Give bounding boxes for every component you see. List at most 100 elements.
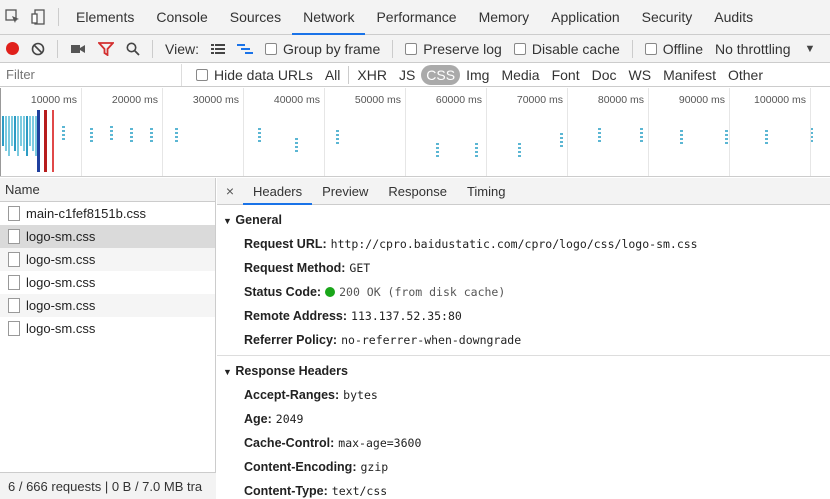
overview-request-mark (90, 132, 93, 134)
overview-request-mark (295, 146, 298, 148)
tab-audits[interactable]: Audits (703, 0, 764, 35)
tab-headers[interactable]: Headers (243, 178, 313, 205)
request-detail-pane: × Headers Preview Response Timing ▼ Gene… (217, 178, 830, 499)
record-icon (6, 42, 19, 55)
overview-activity-mark (17, 116, 19, 156)
search-button[interactable] (120, 35, 146, 63)
tab-sources[interactable]: Sources (219, 0, 292, 35)
filter-type-manifest[interactable]: Manifest (657, 65, 722, 85)
screenshots-button[interactable] (64, 35, 92, 63)
offline-label: Offline (662, 40, 703, 57)
chevron-down-icon: ▼ (804, 42, 816, 55)
header-key: Cache-Control: (244, 436, 335, 450)
overview-request-mark (130, 128, 133, 130)
overview-request-mark (725, 138, 728, 140)
tab-memory[interactable]: Memory (468, 0, 541, 35)
request-row[interactable]: logo-sm.css (0, 225, 215, 248)
tab-timing[interactable]: Timing (457, 178, 516, 205)
device-toolbar-icon[interactable] (26, 0, 52, 35)
overview-request-mark (175, 136, 178, 138)
overview-request-mark (258, 132, 261, 134)
header-row: Accept-Ranges: bytes (217, 383, 830, 407)
filter-type-css[interactable]: CSS (421, 64, 461, 85)
overview-request-mark (680, 134, 683, 136)
hide-data-urls-label: Hide data URLs (214, 66, 313, 83)
filter-type-js[interactable]: JS (393, 65, 421, 85)
filter-type-img[interactable]: Img (460, 65, 495, 85)
request-row[interactable]: logo-sm.css (0, 271, 215, 294)
hide-data-urls-checkbox[interactable]: Hide data URLs (182, 61, 319, 89)
disable-cache-checkbox[interactable]: Disable cache (508, 35, 626, 63)
filter-icon (98, 41, 114, 56)
inspect-element-icon[interactable] (0, 0, 26, 35)
group-by-frame-checkbox[interactable]: Group by frame (259, 35, 386, 63)
overview-request-mark (150, 140, 153, 142)
tab-network[interactable]: Network (292, 0, 366, 35)
clear-button[interactable] (25, 35, 51, 63)
response-headers-section-toggle[interactable]: ▼ Response Headers (217, 356, 830, 383)
triangle-down-icon: ▼ (223, 367, 232, 377)
tab-application[interactable]: Application (540, 0, 631, 35)
close-icon[interactable]: × (217, 183, 243, 199)
waterfall-view-button[interactable] (231, 35, 259, 63)
overview-request-mark (765, 138, 768, 140)
filter-type-font[interactable]: Font (546, 65, 586, 85)
name-column-header[interactable]: Name (0, 178, 215, 202)
timeline-tick-label: 70000 ms (516, 94, 563, 106)
header-value: gzip (360, 460, 389, 474)
filter-type-all[interactable]: All (319, 65, 347, 85)
filter-type-ws[interactable]: WS (623, 65, 658, 85)
filter-type-doc[interactable]: Doc (586, 65, 623, 85)
header-row: Status Code: 200 OK (from disk cache) (217, 280, 830, 304)
file-icon (8, 298, 20, 313)
tab-preview[interactable]: Preview (312, 178, 378, 205)
filter-input[interactable] (0, 63, 182, 86)
network-overview-timeline[interactable]: 10000 ms 20000 ms 30000 ms 40000 ms 50000 ms… (0, 88, 830, 177)
tab-performance[interactable]: Performance (365, 0, 467, 35)
request-row[interactable]: logo-sm.css (0, 317, 215, 340)
filter-type-other[interactable]: Other (722, 65, 769, 85)
overview-request-mark (518, 143, 521, 145)
domcontentloaded-marker (37, 110, 40, 172)
overview-request-mark (598, 140, 601, 142)
preserve-log-label: Preserve log (423, 40, 502, 57)
header-row: Referrer Policy: no-referrer-when-downgra… (217, 328, 830, 352)
toolbar-divider (57, 39, 58, 58)
record-button[interactable] (0, 35, 25, 63)
header-row: Cache-Control: max-age=3600 (217, 431, 830, 455)
tab-response[interactable]: Response (378, 178, 457, 205)
header-key: Request Method: (244, 261, 346, 275)
large-rows-button[interactable] (205, 35, 231, 63)
view-label-wrap: View: (159, 35, 205, 63)
offline-checkbox[interactable]: Offline (639, 35, 709, 63)
header-key: Accept-Ranges: (244, 388, 340, 402)
overview-activity-mark (8, 116, 10, 156)
overview-activity-mark (14, 116, 16, 151)
overview-request-mark (436, 155, 439, 157)
tab-console[interactable]: Console (145, 0, 218, 35)
throttling-select[interactable]: No throttling ▼ (709, 35, 821, 63)
request-row[interactable]: logo-sm.css (0, 294, 215, 317)
overview-request-mark (110, 126, 113, 128)
tab-security[interactable]: Security (631, 0, 704, 35)
toolbar-divider (152, 39, 153, 58)
tab-elements[interactable]: Elements (65, 0, 145, 35)
triangle-down-icon: ▼ (223, 216, 232, 226)
filter-type-xhr[interactable]: XHR (351, 65, 393, 85)
filter-toggle-button[interactable] (92, 35, 120, 63)
header-value: 2049 (275, 412, 304, 426)
overview-request-mark (475, 143, 478, 145)
list-view-icon (210, 43, 225, 54)
request-row[interactable]: logo-sm.css (0, 248, 215, 271)
general-section-toggle[interactable]: ▼ General (217, 205, 830, 232)
preserve-log-checkbox[interactable]: Preserve log (399, 35, 508, 63)
file-icon (8, 321, 20, 336)
overview-request-mark (725, 130, 728, 132)
overview-request-mark (765, 130, 768, 132)
request-name: main-c1fef8151b.css (26, 206, 146, 221)
overview-request-mark (90, 128, 93, 130)
request-list: Name main-c1fef8151b.css logo-sm.css log… (0, 178, 216, 499)
load-marker (52, 110, 54, 172)
filter-type-media[interactable]: Media (495, 65, 545, 85)
request-row[interactable]: main-c1fef8151b.css (0, 202, 215, 225)
